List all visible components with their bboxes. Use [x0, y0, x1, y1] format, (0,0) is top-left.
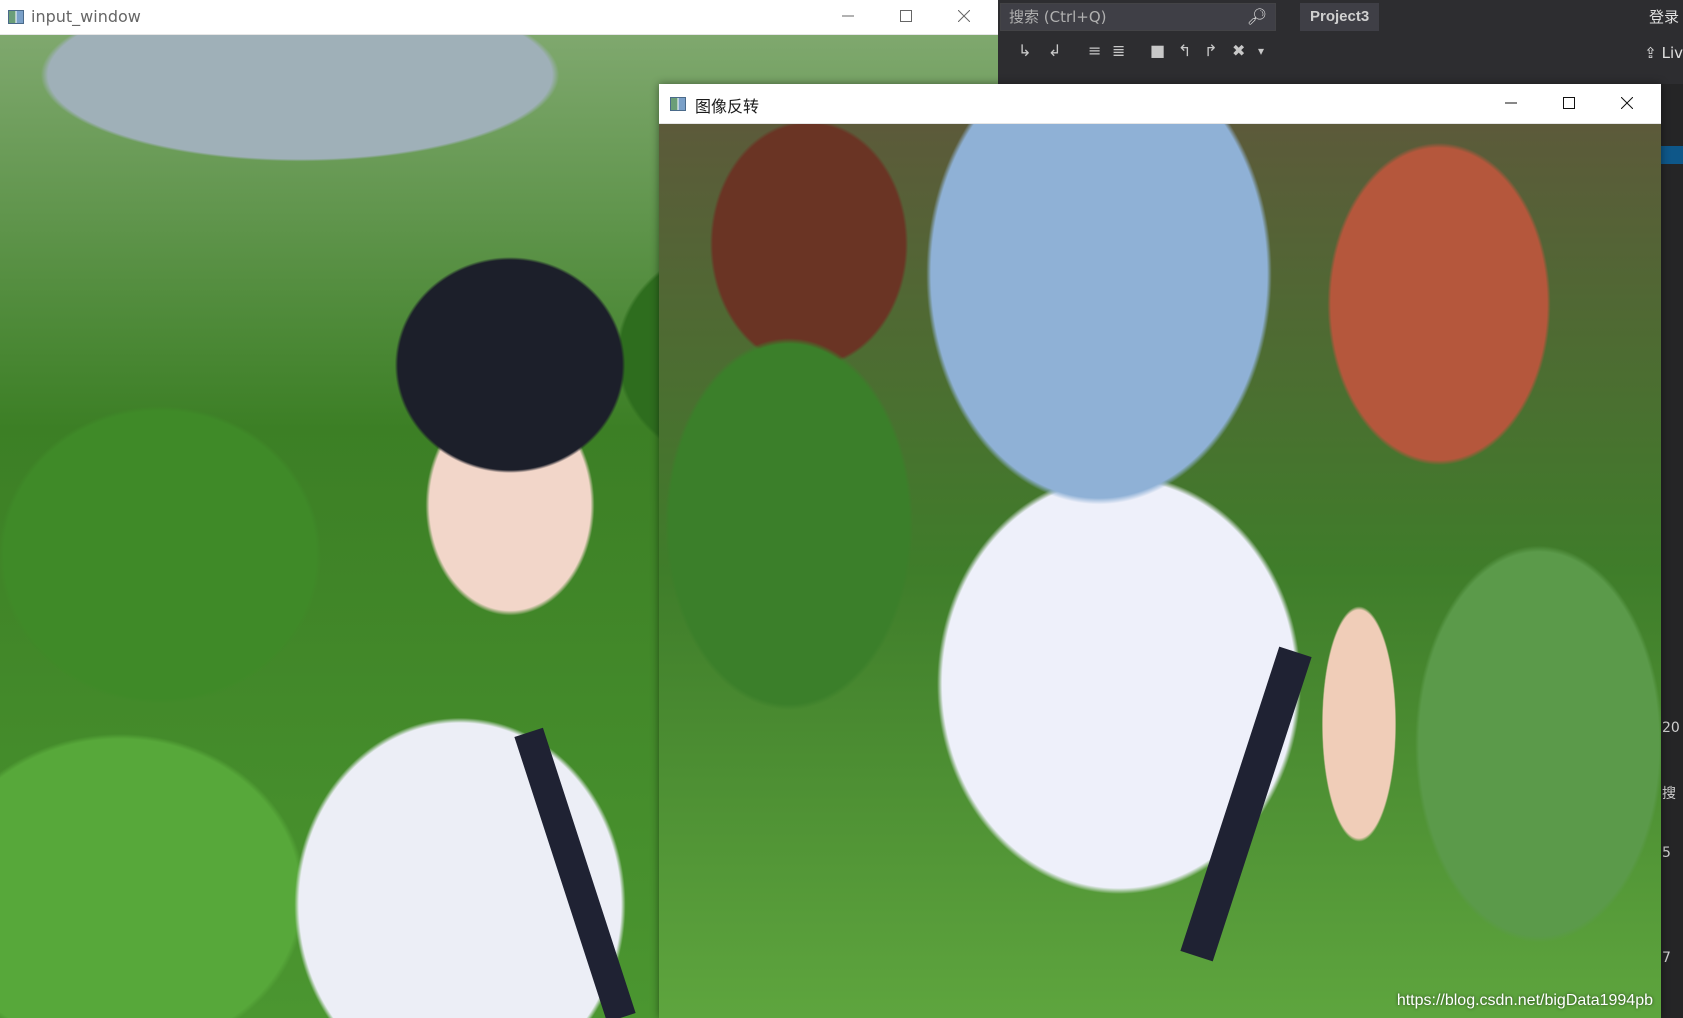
ide-side-fragment: 5: [1662, 845, 1671, 861]
ide-project-name[interactable]: Project3: [1300, 3, 1380, 31]
app-icon: [670, 97, 686, 111]
share-icon: ⇪: [1644, 44, 1657, 62]
ide-side-fragment: 7: [1662, 950, 1671, 966]
input-window-title-bar[interactable]: input_window: [0, 0, 998, 35]
close-button[interactable]: [941, 2, 987, 32]
minimize-icon: [1505, 102, 1517, 104]
bookmark-next-icon[interactable]: ↱: [1204, 42, 1217, 60]
flip-window: 图像反转 https://blog.csdn.net/bigData1994pb: [659, 84, 1661, 1018]
ide-side-fragment: 20: [1662, 720, 1680, 736]
maximize-icon: [1563, 97, 1575, 109]
toolbar-step-out-icon[interactable]: ↲: [1048, 42, 1061, 60]
toolbar-step-icon[interactable]: ↳: [1018, 42, 1031, 60]
input-window-title: input_window: [31, 7, 141, 26]
ide-side-fragment: 搜: [1662, 786, 1676, 802]
search-icon[interactable]: 🔎︎: [1247, 4, 1267, 30]
ide-live-label: Liv: [1661, 44, 1683, 62]
ide-right-panel: [1661, 84, 1683, 1018]
close-icon: [1621, 97, 1633, 109]
app-icon: [8, 10, 24, 24]
flip-window-title-bar[interactable]: 图像反转: [659, 84, 1661, 124]
ide-search-input[interactable]: 搜索 (Ctrl+Q) 🔎︎: [1000, 3, 1276, 31]
maximize-button[interactable]: [883, 2, 929, 32]
toolbar-indent-icon[interactable]: ≡: [1088, 42, 1101, 60]
close-button[interactable]: [1604, 89, 1650, 119]
minimize-button[interactable]: [1488, 89, 1534, 119]
ide-search-placeholder: 搜索 (Ctrl+Q): [1009, 8, 1107, 26]
bookmark-clear-icon[interactable]: ✖: [1232, 42, 1245, 60]
ribbon-shape: [514, 727, 636, 1018]
csdn-watermark: https://blog.csdn.net/bigData1994pb: [1396, 992, 1653, 1009]
bookmark-icon[interactable]: ■: [1150, 42, 1165, 60]
ide-login-link[interactable]: 登录: [1649, 6, 1679, 27]
minimize-button[interactable]: [825, 2, 871, 32]
maximize-icon: [900, 10, 912, 22]
close-icon: [958, 10, 970, 22]
minimize-icon: [842, 15, 854, 17]
maximize-button[interactable]: [1546, 89, 1592, 119]
ide-accent-strip: [1661, 146, 1683, 164]
bookmark-prev-icon[interactable]: ↰: [1178, 42, 1191, 60]
flipped-image: https://blog.csdn.net/bigData1994pb: [659, 124, 1661, 1018]
ribbon-shape: [1180, 646, 1312, 962]
chevron-down-icon[interactable]: ▾: [1258, 42, 1264, 60]
flip-window-title: 图像反转: [695, 97, 760, 116]
ide-live-share[interactable]: ⇪ Liv: [1644, 44, 1683, 62]
toolbar-comment-icon[interactable]: ≣: [1112, 42, 1125, 60]
